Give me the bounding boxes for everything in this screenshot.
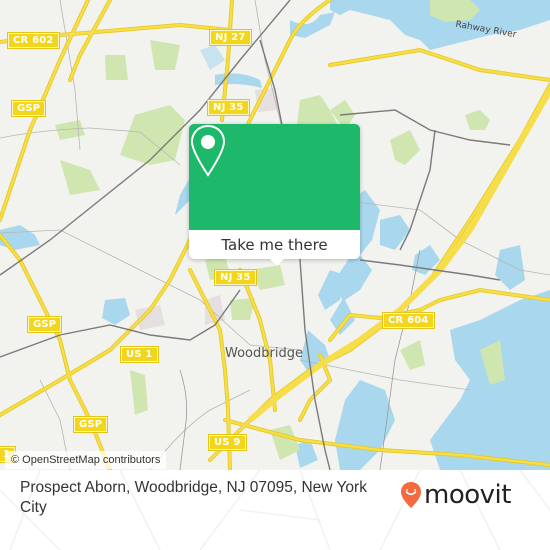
- popup-header: [189, 124, 360, 230]
- take-me-there-popup[interactable]: Take me there: [189, 124, 360, 266]
- take-me-there-button[interactable]: Take me there: [189, 230, 360, 259]
- shield-nj-35-north: NJ 35: [207, 99, 250, 116]
- shield-gsp-1: GSP: [10, 100, 47, 117]
- shield-us-9: US 9: [208, 434, 247, 451]
- place-label-woodbridge: Woodbridge: [225, 346, 303, 361]
- popup-tail: [270, 259, 284, 266]
- shield-cr-602: CR 602: [7, 32, 60, 49]
- moovit-logo-text: moovit: [424, 480, 511, 510]
- shield-nj-35-south: NJ 35: [214, 269, 257, 286]
- address-text: Prospect Aborn, Woodbridge, NJ 07095, Ne…: [20, 479, 367, 516]
- map-attribution[interactable]: © OpenStreetMap contributors: [5, 451, 167, 469]
- shield-us-1: US 1: [120, 346, 159, 363]
- shield-gsp-2: GSP: [26, 316, 63, 333]
- moovit-logo[interactable]: moovit: [400, 480, 511, 510]
- footer: Prospect Aborn, Woodbridge, NJ 07095, Ne…: [0, 470, 550, 550]
- shield-cr-604: CR 604: [382, 312, 435, 329]
- shield-nj-27: NJ 27: [209, 29, 252, 46]
- map-view[interactable]: Rahway River CR 602 NJ 27 GSP NJ 35 GSP …: [0, 0, 550, 470]
- location-pin-icon: [190, 124, 226, 177]
- shield-gsp-3: GSP: [72, 416, 109, 433]
- moovit-pin-icon: [401, 482, 421, 508]
